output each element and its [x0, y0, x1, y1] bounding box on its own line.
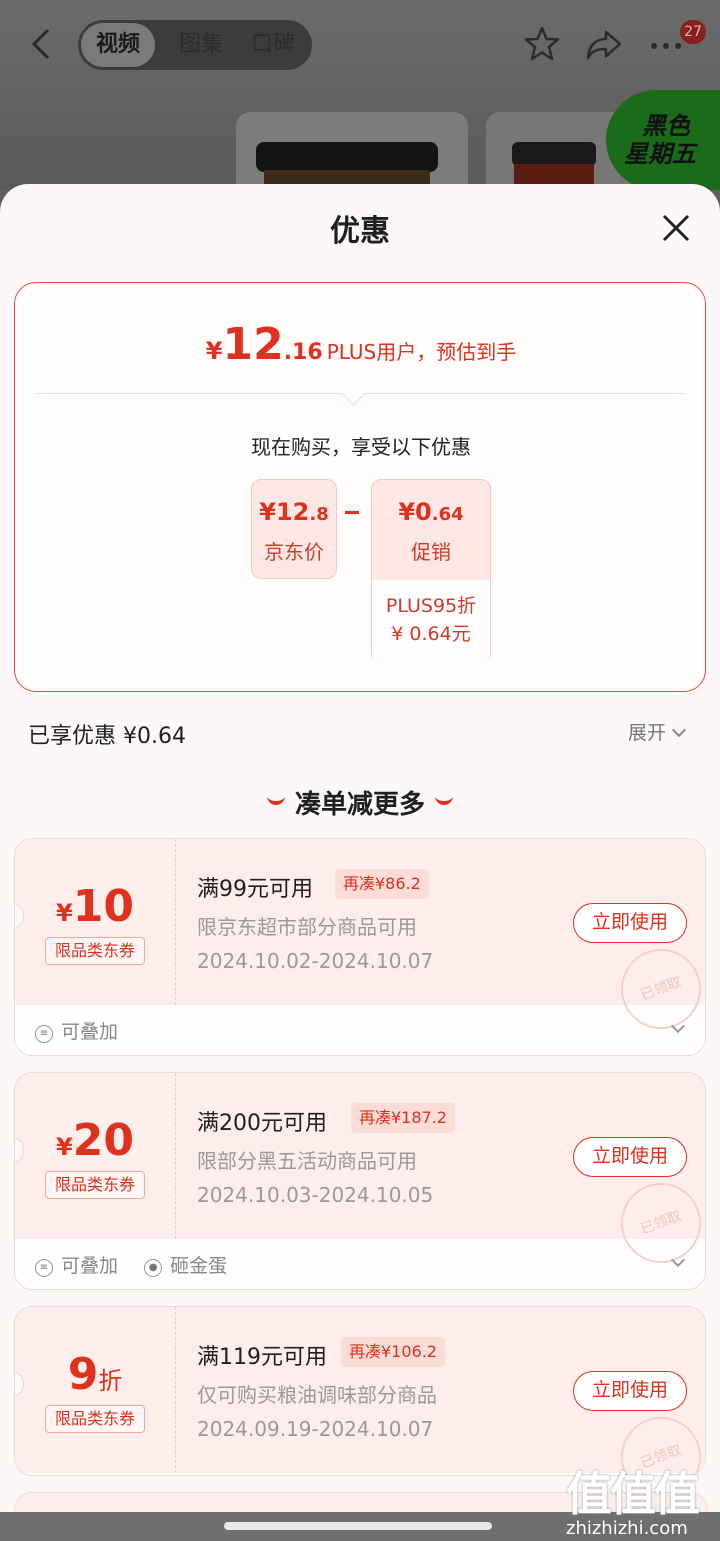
- tab-video[interactable]: 视频: [81, 23, 155, 67]
- coupon-card: 9折 限品类东券 满119元可用 再凑¥106.2 仅可购买粮油调味部分商品 2…: [14, 1306, 706, 1476]
- use-now-button[interactable]: 立即使用: [573, 903, 687, 943]
- estimated-price: ¥12.16 PLUS用户，预估到手: [205, 319, 517, 370]
- coupon-condition: 满99元可用: [197, 877, 313, 902]
- use-now-button[interactable]: 立即使用: [573, 1137, 687, 1177]
- chevron-down-icon: [671, 722, 687, 738]
- need-more-badge: 再凑¥106.2: [341, 1337, 445, 1367]
- section-title: 凑单减更多: [0, 784, 720, 821]
- stack-icon: ≡: [35, 1025, 53, 1043]
- coupon-features: ≡ 可叠加 ● 砸金蛋: [35, 1251, 247, 1279]
- discount-subhead: 现在购买，享受以下优惠: [251, 435, 471, 459]
- tab-gallery[interactable]: 图集: [166, 20, 236, 70]
- coupon-dates: 2024.09.19-2024.10.07: [197, 1417, 434, 1441]
- promo-chip: ¥0.64 促销 PLUS95折 ¥ 0.64元: [371, 479, 491, 664]
- coupon-amount: ¥10: [56, 881, 134, 932]
- share-icon[interactable]: [584, 24, 624, 64]
- expand-toggle[interactable]: 展开: [628, 718, 687, 745]
- back-icon[interactable]: [30, 26, 52, 62]
- coupon-card: ¥20 限品类东券 满200元可用 再凑¥187.2 限部分黑五活动商品可用 2…: [14, 1072, 706, 1290]
- coupon-condition: 满119元可用: [197, 1345, 327, 1370]
- home-indicator[interactable]: [224, 1522, 492, 1530]
- golden-egg-icon: ●: [144, 1259, 163, 1277]
- product-jar-image: [256, 142, 438, 172]
- enjoyed-discount: 已享优惠 ¥0.64: [28, 724, 186, 749]
- notification-badge: 27: [680, 20, 706, 44]
- use-now-button[interactable]: 立即使用: [573, 1371, 687, 1411]
- close-icon[interactable]: [660, 212, 692, 244]
- watermark: 值值值 zhizhizhi.com: [566, 1467, 700, 1539]
- product-header: 视频 图集 口碑 27 黑色 星期五: [0, 0, 720, 190]
- promo-detail: PLUS95折 ¥ 0.64元: [372, 580, 490, 664]
- minus-sign: [345, 511, 359, 514]
- coupon-condition: 满200元可用: [197, 1111, 327, 1136]
- coupon-dates: 2024.10.03-2024.10.05: [197, 1183, 434, 1207]
- coupon-dates: 2024.10.02-2024.10.07: [197, 949, 434, 973]
- divider-notch: [341, 381, 366, 406]
- coupon-amount: ¥20: [56, 1115, 134, 1166]
- coupon-type-tag: 限品类东券: [45, 937, 145, 965]
- coupon-description: 仅可购买粮油调味部分商品: [197, 1383, 437, 1407]
- coupon-type-tag: 限品类东券: [45, 1171, 145, 1199]
- coupon-amount: 9折: [67, 1349, 123, 1400]
- need-more-badge: 再凑¥187.2: [351, 1103, 455, 1133]
- coupon-card: ¥10 限品类东券 满99元可用 再凑¥86.2 限京东超市部分商品可用 202…: [14, 838, 706, 1056]
- favorite-star-icon[interactable]: [522, 24, 562, 64]
- price-breakdown-card: ¥12.16 PLUS用户，预估到手 现在购买，享受以下优惠 ¥12.8 京东价 …: [14, 282, 706, 692]
- coupon-description: 限京东超市部分商品可用: [197, 915, 417, 939]
- stack-icon: ≡: [35, 1259, 53, 1277]
- need-more-badge: 再凑¥86.2: [335, 869, 429, 899]
- sheet-title: 优惠: [330, 214, 390, 249]
- product-jar-image: [512, 142, 596, 166]
- tab-reviews[interactable]: 口碑: [238, 20, 308, 70]
- media-tabs: 视频 图集 口碑: [78, 20, 312, 70]
- discount-sheet: 优惠 ¥12.16 PLUS用户，预估到手 现在购买，享受以下优惠 ¥12.8 京…: [0, 184, 720, 1541]
- jd-price-chip: ¥12.8 京东价: [251, 479, 337, 579]
- black-friday-badge[interactable]: 黑色 星期五: [606, 90, 720, 190]
- coupon-features: ≡ 可叠加: [35, 1017, 138, 1045]
- smile-icon: [266, 792, 285, 805]
- coupon-type-tag: 限品类东券: [45, 1405, 145, 1433]
- smile-icon: [435, 792, 453, 805]
- coupon-description: 限部分黑五活动商品可用: [197, 1149, 417, 1173]
